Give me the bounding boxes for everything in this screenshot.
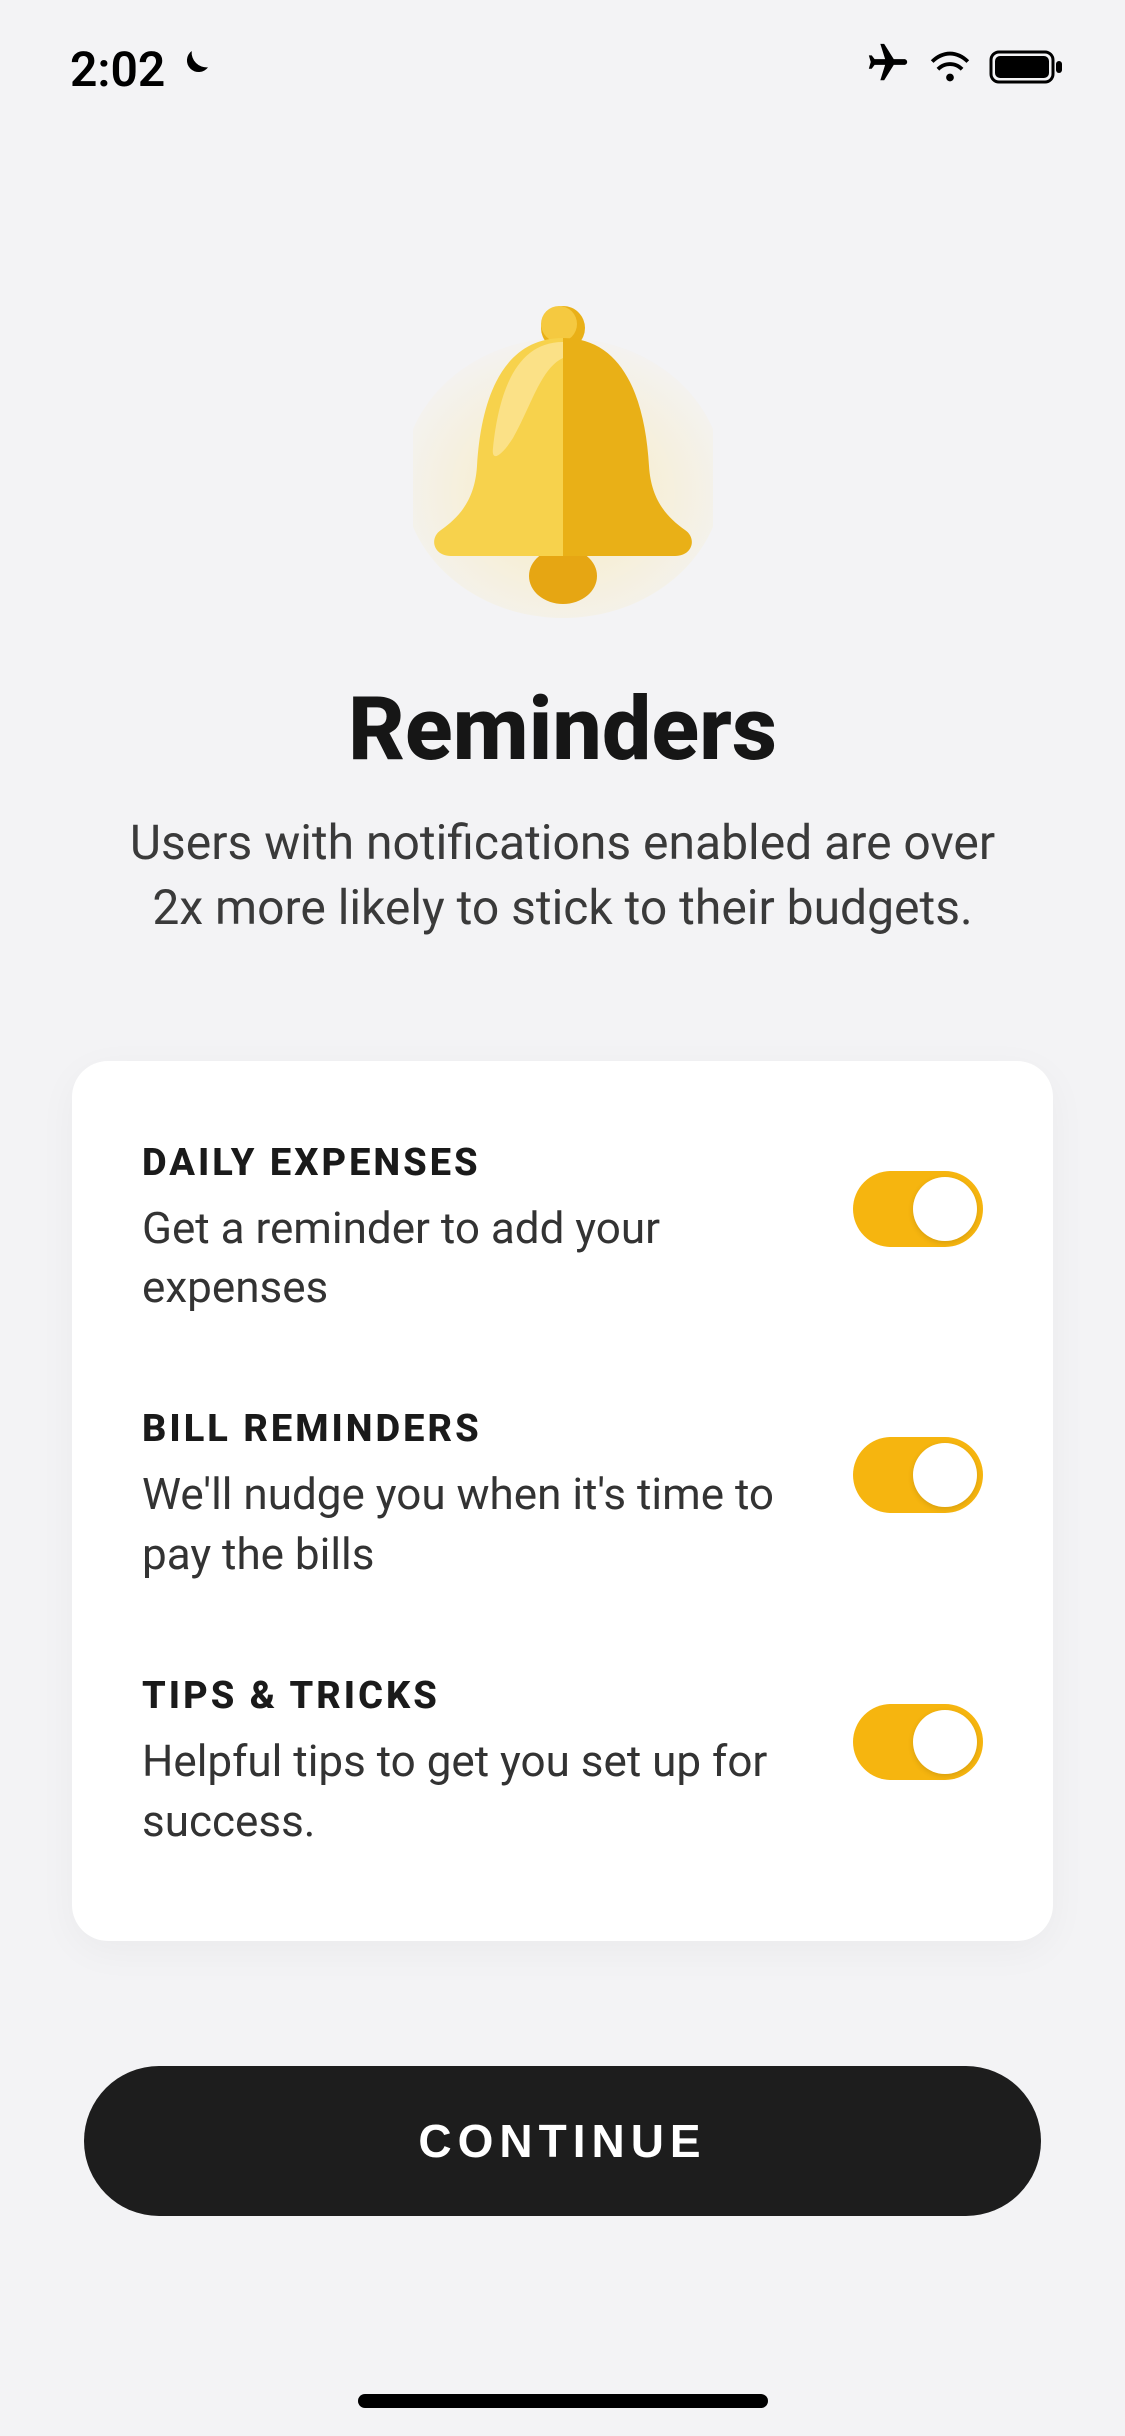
setting-desc: Helpful tips to get you set up for succe…: [142, 1732, 823, 1851]
settings-card: DAILY EXPENSES Get a reminder to add you…: [72, 1061, 1053, 1941]
setting-tips-tricks: TIPS & TRICKS Helpful tips to get you se…: [142, 1674, 983, 1851]
continue-label: CONTINUE: [418, 2114, 706, 2168]
page-title: Reminders: [348, 678, 777, 781]
continue-button[interactable]: CONTINUE: [84, 2066, 1041, 2216]
status-bar: 2:02: [0, 0, 1125, 118]
status-right: [865, 40, 1065, 98]
page-subtitle: Users with notifications enabled are ove…: [80, 811, 1045, 941]
setting-bill-reminders: BILL REMINDERS We'll nudge you when it's…: [142, 1407, 983, 1584]
setting-desc: We'll nudge you when it's time to pay th…: [142, 1465, 823, 1584]
setting-title: DAILY EXPENSES: [142, 1141, 823, 1185]
home-indicator[interactable]: [358, 2394, 768, 2408]
status-time: 2:02: [70, 41, 165, 98]
hero: Reminders Users with notifications enabl…: [0, 118, 1125, 941]
setting-text: TIPS & TRICKS Helpful tips to get you se…: [142, 1674, 823, 1851]
setting-text: BILL REMINDERS We'll nudge you when it's…: [142, 1407, 823, 1584]
airplane-icon: [865, 40, 911, 98]
setting-desc: Get a reminder to add your expenses: [142, 1199, 823, 1318]
toggle-daily-expenses[interactable]: [853, 1171, 983, 1247]
battery-icon: [989, 41, 1065, 98]
moon-icon: [173, 41, 213, 98]
setting-title: TIPS & TRICKS: [142, 1674, 823, 1718]
setting-daily-expenses: DAILY EXPENSES Get a reminder to add you…: [142, 1141, 983, 1318]
bell-icon: [403, 298, 723, 618]
wifi-icon: [927, 41, 973, 98]
setting-text: DAILY EXPENSES Get a reminder to add you…: [142, 1141, 823, 1318]
status-left: 2:02: [70, 41, 213, 98]
toggle-bill-reminders[interactable]: [853, 1437, 983, 1513]
toggle-tips-tricks[interactable]: [853, 1704, 983, 1780]
setting-title: BILL REMINDERS: [142, 1407, 823, 1451]
